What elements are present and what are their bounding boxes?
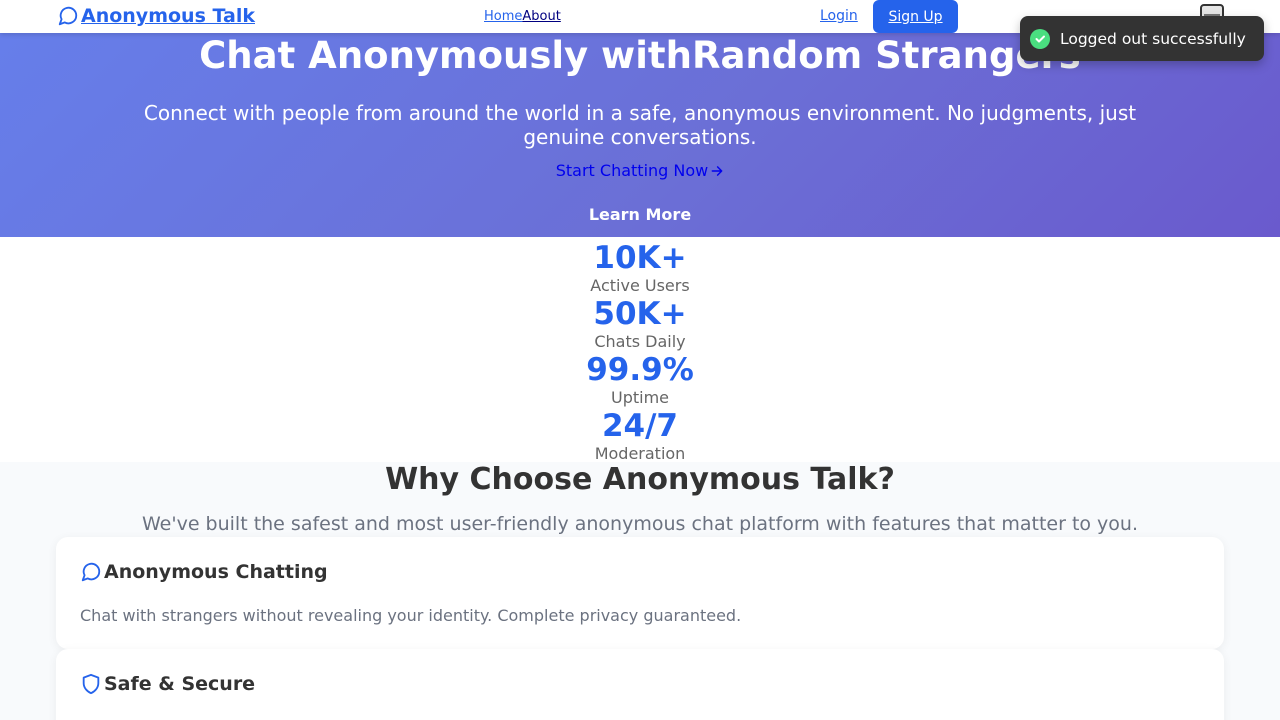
hero-section: Chat Anonymously withRandom Strangers Co… (0, 33, 1280, 237)
main-nav: Home About (484, 9, 561, 24)
stat-value: 10K+ (593, 240, 687, 276)
feature-card-title: Safe & Secure (104, 673, 256, 695)
nav-about[interactable]: About (522, 9, 560, 24)
feature-card-anonymous: Anonymous Chatting Chat with strangers w… (56, 537, 1224, 649)
nav-home[interactable]: Home (484, 9, 522, 24)
brand-link[interactable]: Anonymous Talk (57, 5, 255, 27)
learn-more-button[interactable]: Learn More (0, 205, 1280, 224)
brand-name: Anonymous Talk (81, 5, 255, 27)
stat-uptime: 99.9% Uptime (0, 351, 1280, 407)
features-subtitle: We've built the safest and most user-fri… (141, 513, 1139, 535)
features-title: Why Choose Anonymous Talk? (385, 462, 895, 497)
signup-button[interactable]: Sign Up (873, 0, 958, 33)
stat-label: Chats Daily (594, 332, 686, 351)
stat-label: Uptime (610, 388, 669, 407)
stat-moderation: 24/7 Moderation (0, 407, 1280, 463)
stat-active-users: 10K+ Active Users (0, 239, 1280, 295)
stat-label: Moderation (594, 444, 686, 463)
chat-bubble-icon (81, 562, 101, 582)
toast-notification: Logged out successfully (1020, 16, 1264, 61)
stat-value: 50K+ (593, 296, 687, 332)
shield-icon (82, 673, 100, 695)
start-chatting-button[interactable]: Start Chatting Now (0, 161, 1280, 180)
feature-card-desc: Chat with strangers without revealing yo… (80, 606, 742, 625)
feature-card-header: Safe & Secure (80, 673, 255, 695)
feature-card-header: Anonymous Chatting (80, 561, 328, 583)
feature-card-title: Anonymous Chatting (104, 561, 328, 583)
arrow-right-icon (711, 165, 723, 176)
chat-bubble-icon (58, 6, 78, 26)
stat-label: Active Users (590, 276, 690, 295)
stat-value: 24/7 (601, 408, 679, 444)
feature-card-safe: Safe & Secure (56, 649, 1224, 720)
toast-message: Logged out successfully (1060, 29, 1246, 48)
start-chatting-label: Start Chatting Now (555, 161, 709, 180)
stat-chats-daily: 50K+ Chats Daily (0, 295, 1280, 351)
hero-subtitle: Connect with people from around the worl… (143, 101, 1137, 149)
stat-value: 99.9% (586, 352, 694, 388)
login-link[interactable]: Login (820, 8, 858, 24)
check-circle-icon (1030, 28, 1050, 49)
stats-section: 10K+ Active Users 50K+ Chats Daily 99.9%… (0, 237, 1280, 463)
